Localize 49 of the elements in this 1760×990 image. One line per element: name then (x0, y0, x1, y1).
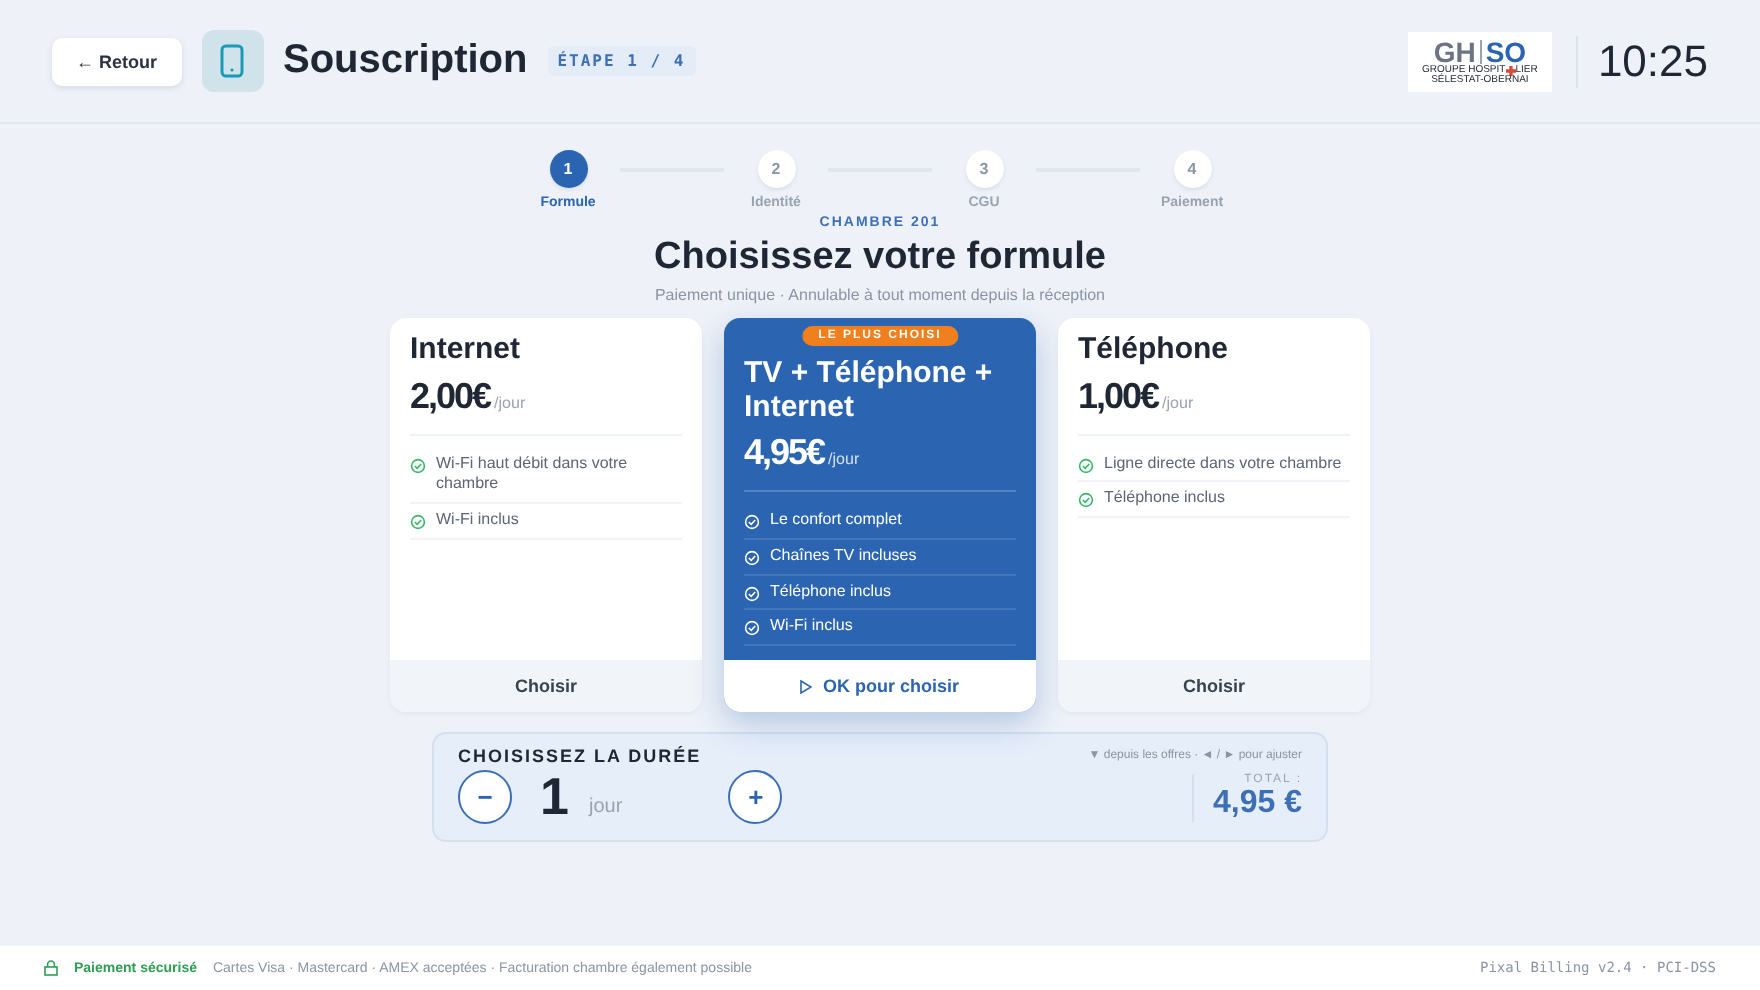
check-icon (744, 585, 760, 602)
check-icon (410, 514, 426, 531)
choose-button[interactable]: Choisir (1058, 660, 1370, 712)
plan-name: TV + Téléphone + Internet (744, 358, 995, 424)
duration-value: 1 (540, 766, 569, 828)
step-badge: ÉTAPE 1 / 4 (547, 46, 696, 76)
choose-button[interactable]: OK pour choisir (724, 660, 1036, 712)
plan-card[interactable]: Internet 2,00€/jour Wi-Fi haut débit dans votre chambre Wi-Fi inclus Choisir (390, 318, 702, 712)
back-button[interactable]: ← Retour (52, 37, 181, 85)
page-title: Souscription (283, 38, 528, 84)
tablet-icon (201, 30, 263, 92)
plan-name: Internet (410, 334, 523, 367)
feature-text: Wi-Fi inclus (436, 510, 519, 532)
lock-icon (44, 960, 58, 976)
plan-price: 2,00€ (410, 375, 491, 417)
feature-text: Wi-Fi haut débit dans votre chambre (436, 453, 630, 497)
duration-unit: jour (588, 796, 625, 818)
feature-text: Ligne directe dans votre chambre (1104, 453, 1342, 475)
feature-text: Téléphone inclus (770, 581, 891, 603)
step-number: 2 (757, 150, 795, 188)
check-icon (410, 457, 426, 473)
plan-price: 1,00€ (1078, 375, 1159, 417)
plan-name: Téléphone (1078, 334, 1231, 367)
feature-text: Chaînes TV incluses (770, 545, 917, 568)
plan-card[interactable]: Téléphone 1,00€/jour Ligne directe dans votre chambre Téléphone inclus Choisir (1058, 318, 1370, 712)
check-icon (744, 620, 760, 637)
price-unit: /jour (494, 393, 526, 411)
play-icon (800, 679, 813, 693)
step-number: 3 (965, 150, 1003, 188)
price-unit: /jour (1162, 393, 1194, 411)
feature-text: Téléphone inclus (1104, 488, 1225, 511)
check-icon (744, 549, 760, 566)
heading: Choisissez votre formule (652, 236, 1108, 280)
total-amount: 4,95 € (1213, 785, 1302, 821)
increase-button[interactable]: + (728, 770, 783, 824)
step-number: 4 (1173, 150, 1211, 188)
decrease-button[interactable]: − (458, 770, 512, 824)
clock: 10:25 (1575, 35, 1708, 87)
feature-text: Wi-Fi inclus (770, 616, 853, 639)
step-number: 1 (549, 150, 587, 188)
feature-text: Le confort complet (770, 510, 902, 532)
check-icon (1078, 492, 1094, 509)
choose-button[interactable]: Choisir (390, 660, 702, 712)
price-unit: /jour (828, 450, 860, 468)
subheading: Paiement unique · Annulable à tout moment depuis la réception (652, 286, 1108, 304)
duration-title: CHOISISSEZ LA DURÉE (458, 746, 702, 766)
check-icon (744, 514, 760, 530)
check-icon (1078, 457, 1094, 473)
plan-price: 4,95€ (744, 432, 825, 474)
